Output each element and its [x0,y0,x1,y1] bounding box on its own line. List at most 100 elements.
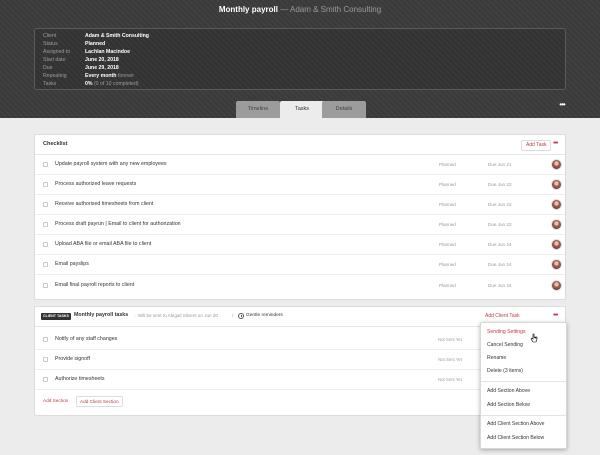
menu-item-add-section-above[interactable]: Add Section Above [487,388,530,394]
menu-item-add-section-below[interactable]: Add Section Below [487,402,530,408]
client-task-name[interactable]: Notify of any staff changes [55,336,117,342]
info-label: Status [43,41,58,47]
task-due: Due Jun 22 [488,222,512,227]
client-link[interactable]: Adam & Smith Consulting [85,33,149,39]
task-status: Planned [439,202,456,207]
info-value[interactable]: Adam & Smith Consulting [85,32,149,40]
checklist-title: Checklist [43,141,68,147]
task-checkbox[interactable] [43,242,48,247]
avatar[interactable] [551,219,562,230]
repeating-value: Every month forever [85,72,134,80]
assignee-value: Lachlan Macindoe [85,49,130,55]
task-row[interactable]: Upload ABA file or email ABA file to cli… [35,235,565,255]
task-due: Due Jun 22 [488,202,512,207]
task-due: Due Jun 24 [488,242,512,247]
client-task-name[interactable]: Authorize timesheets [55,376,104,382]
task-name[interactable]: Update payroll system with any new emplo… [55,161,167,167]
tab-timeline[interactable]: Timeline [236,101,280,118]
task-row[interactable]: Process draft payrun | Email to client f… [35,215,565,235]
repeating-frequency: Every month [85,73,117,79]
status-value: Planned [85,41,106,47]
section-options-menu: Sending Settings Cancel Sending Rename D… [480,322,567,449]
task-name[interactable]: Email final payroll reports to client [55,282,134,288]
task-checkbox[interactable] [43,202,48,207]
task-due: Due Jun 22 [488,182,512,187]
page-title: Monthly payroll — Adam & Smith Consultin… [0,5,600,14]
client-section-title: Monthly payroll tasks [74,312,129,318]
title-separator: — [280,5,289,14]
tasks-progress-value: 0% (0 of 10 completed) [85,80,139,88]
task-checkbox[interactable] [43,182,48,187]
task-row[interactable]: Email payslips Planned Due Jun 24 [35,255,565,275]
menu-item-delete[interactable]: Delete (3 items) [487,368,523,374]
task-status: Planned [439,182,456,187]
info-label: Start date [43,57,66,63]
task-status: Planned [439,262,456,267]
task-row[interactable]: Process authorized leave requests Planne… [35,175,565,195]
avatar[interactable] [551,179,562,190]
section-more-icon[interactable]: ••• [553,140,563,149]
client-task-name[interactable]: Provide signoff [55,356,90,362]
client-task-status: Not Sent Yet [438,377,462,382]
task-checkbox[interactable] [43,283,48,288]
task-checkbox[interactable] [43,357,48,362]
avatar[interactable] [551,199,562,210]
task-checkbox[interactable] [43,262,48,267]
add-section-button[interactable]: Add Section [40,396,72,407]
client-section-more-icon[interactable]: ••• [553,312,563,321]
reminder-setting[interactable]: Gentle reminders [246,313,283,318]
task-name[interactable]: Process draft payrun | Email to client f… [55,221,181,227]
menu-item-cancel-sending[interactable]: Cancel Sending [487,342,523,348]
task-name[interactable]: Receive authorised timesheets from clien… [55,201,153,207]
task-status: Planned [439,222,456,227]
menu-divider [481,415,566,416]
task-status: Planned [439,283,456,288]
add-task-button[interactable]: Add Task [521,140,552,151]
checklist-section: Checklist Add Task ••• Update payroll sy… [34,134,566,300]
repeating-extra: forever [117,73,135,79]
info-label: Due [43,65,53,71]
task-status: Planned [439,162,456,167]
menu-item-sending-settings[interactable]: Sending Settings [487,329,526,335]
avatar[interactable] [551,280,562,291]
hand-cursor-icon [530,333,538,343]
client-name-title: Adam & Smith Consulting [289,5,382,14]
job-info-box: Client Adam & Smith Consulting Status Pl… [34,28,566,90]
checklist-header: Checklist Add Task ••• [35,135,565,155]
add-client-section-button[interactable]: Add Client Section [76,396,123,407]
avatar[interactable] [551,259,562,270]
task-row[interactable]: Receive authorised timesheets from clien… [35,195,565,215]
task-checkbox[interactable] [43,337,48,342]
info-label: Assigned to [43,49,71,55]
job-title: Monthly payroll [218,5,278,14]
task-name[interactable]: Email payslips [55,261,89,267]
task-name[interactable]: Upload ABA file or email ABA file to cli… [55,241,151,247]
client-task-status: Not Sent Yet [438,337,462,342]
task-due: Due Jun 21 [488,162,512,167]
menu-item-add-client-section-below[interactable]: Add Client Section Below [487,435,544,441]
tab-details[interactable]: Details [322,101,366,118]
task-name[interactable]: Process authorized leave requests [55,181,136,187]
menu-divider [481,381,566,382]
avatar[interactable] [551,239,562,250]
task-checkbox[interactable] [43,162,48,167]
tasks-percent: 0% [85,81,93,87]
note-separator: / [232,313,234,318]
avatar[interactable] [551,159,562,170]
task-status: Planned [439,242,456,247]
info-label: Repeating [43,73,67,79]
task-row[interactable]: Update payroll system with any new emplo… [35,155,565,175]
send-note: · Will be sent to Abigail Silvers on Jun… [135,313,218,318]
task-checkbox[interactable] [43,222,48,227]
client-tasks-tag: CLIENT TASKS [41,313,71,320]
tab-tasks[interactable]: Tasks [280,101,324,118]
task-due: Due Jun 24 [488,262,512,267]
task-due: Due Jun 24 [488,283,512,288]
info-label: Client [43,33,57,39]
task-row[interactable]: Email final payroll reports to client Pl… [35,276,565,296]
task-checkbox[interactable] [43,377,48,382]
menu-item-rename[interactable]: Rename [487,355,506,361]
start-date-value: June 20, 2018 [85,57,119,63]
menu-item-add-client-section-above[interactable]: Add Client Section Above [487,421,544,427]
more-options-icon[interactable]: ••• [556,101,568,111]
